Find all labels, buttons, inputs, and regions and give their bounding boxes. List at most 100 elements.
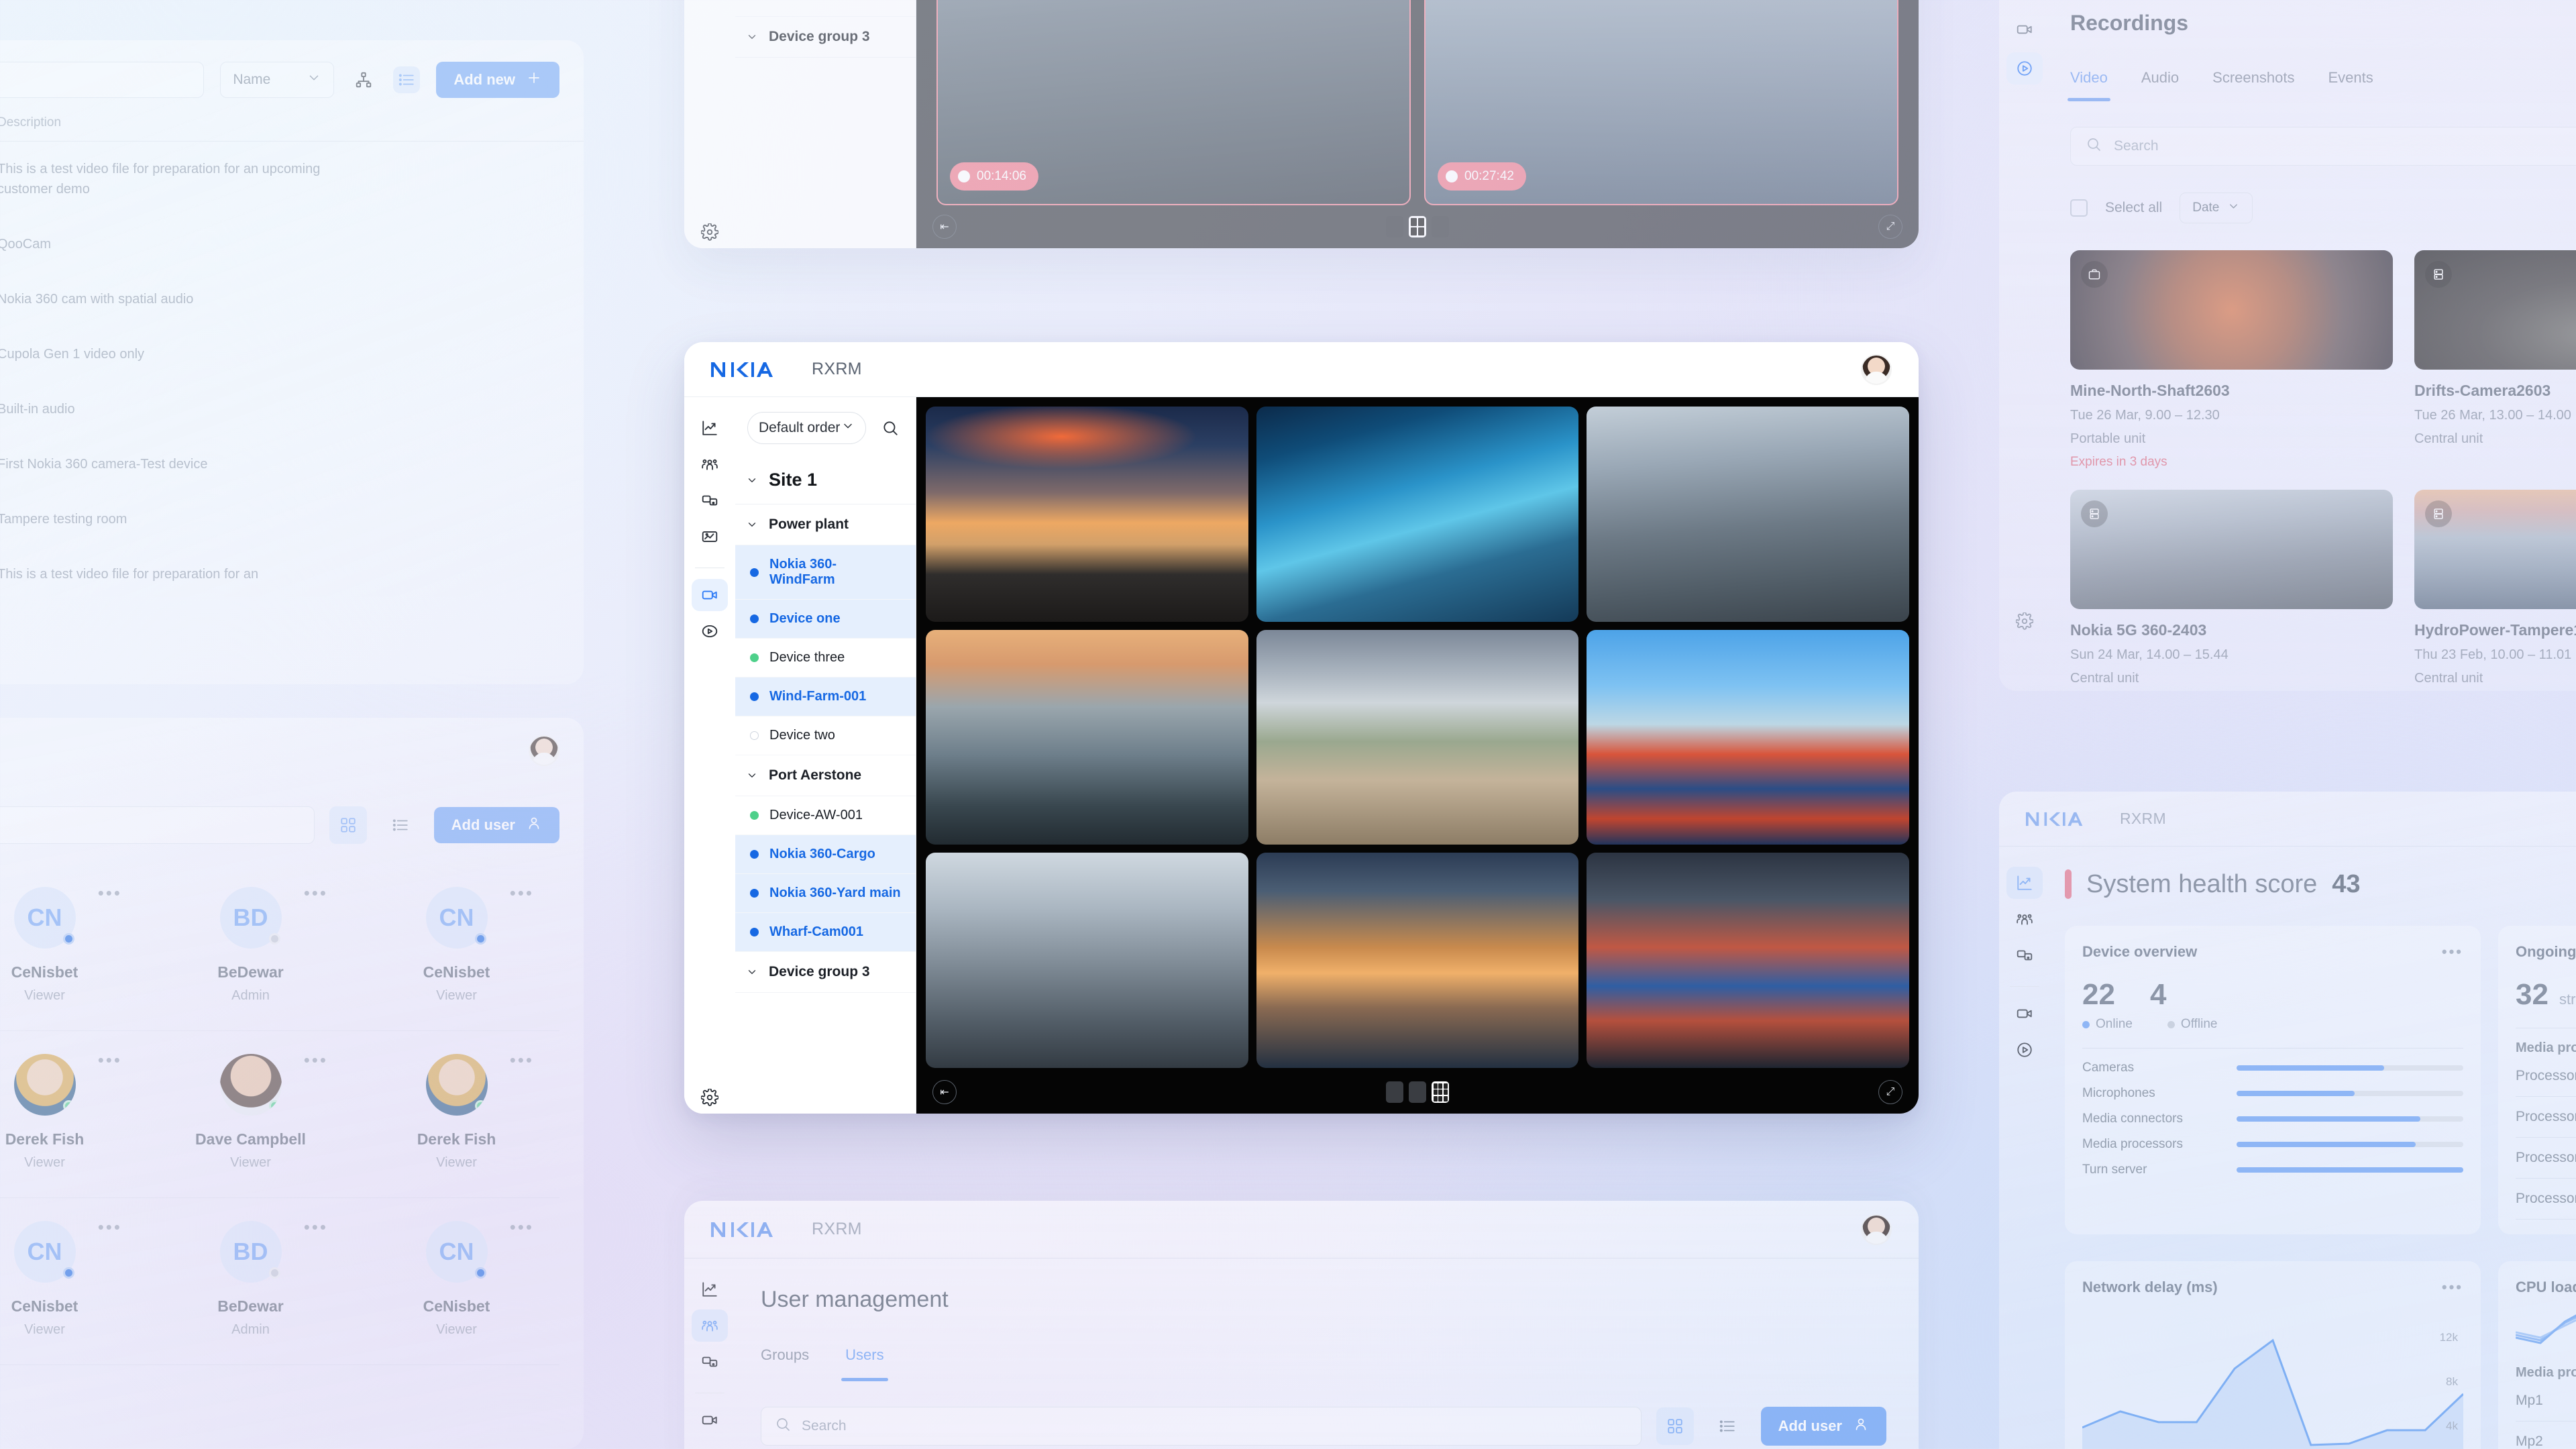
collapse-panel-button[interactable]: ⇤ bbox=[932, 1080, 957, 1104]
avatar[interactable] bbox=[1861, 354, 1892, 385]
tab-screenshots[interactable]: Screenshots bbox=[2212, 69, 2294, 87]
user-card[interactable]: ••• CN CeNisbet Viewer bbox=[354, 1198, 559, 1365]
video-tile[interactable] bbox=[1587, 853, 1909, 1068]
table-row[interactable]: Nokia 5G 360 cameraTampere testing room bbox=[0, 492, 584, 547]
table-row[interactable]: QooCam 8KQooCam bbox=[0, 217, 584, 272]
recording-card[interactable]: Drifts-Camera2603 Tue 26 Mar, 13.00 – 14.… bbox=[2414, 250, 2576, 470]
layout-nine-button[interactable] bbox=[1432, 216, 1449, 237]
video-tile[interactable]: 00:14:06 bbox=[936, 0, 1411, 205]
order-select[interactable]: Default order bbox=[747, 412, 866, 444]
layout-quad-button[interactable] bbox=[1409, 1081, 1426, 1103]
sidebar-item-settings[interactable] bbox=[692, 216, 728, 248]
more-options-icon[interactable]: ••• bbox=[2442, 943, 2463, 961]
sidebar-item-analytics[interactable] bbox=[692, 412, 728, 444]
tree-device[interactable]: Nokia 360-Cargo bbox=[735, 835, 916, 874]
tree-device[interactable]: Device four bbox=[735, 0, 916, 17]
video-tile[interactable] bbox=[1256, 629, 1579, 845]
more-options-icon[interactable]: ••• bbox=[510, 1050, 534, 1071]
tree-device[interactable]: Device one bbox=[735, 600, 916, 639]
table-row[interactable]: Video fileThis is a test video file for … bbox=[0, 142, 584, 217]
fullscreen-button[interactable]: ⤢ bbox=[1878, 1080, 1902, 1104]
table-row[interactable]: Video fileThis is a test video file for … bbox=[0, 547, 584, 602]
search-icon[interactable] bbox=[877, 415, 904, 441]
more-options-icon[interactable]: ••• bbox=[304, 1217, 328, 1238]
tab-events[interactable]: Events bbox=[2328, 69, 2373, 87]
sidebar-item-settings[interactable] bbox=[692, 1081, 728, 1114]
hierarchy-view-icon[interactable] bbox=[350, 66, 377, 93]
user-card[interactable]: ••• BD BeDewar Admin bbox=[148, 864, 354, 1031]
recording-thumbnail[interactable] bbox=[2414, 490, 2576, 609]
sidebar-item-live-view[interactable] bbox=[692, 579, 728, 611]
more-options-icon[interactable]: ••• bbox=[98, 1050, 122, 1071]
sidebar-item-analytics[interactable] bbox=[2006, 867, 2043, 899]
sidebar-item-live-view[interactable] bbox=[2006, 998, 2043, 1030]
user-search-input[interactable] bbox=[0, 806, 315, 844]
tree-group[interactable]: Device group 3 bbox=[735, 952, 916, 993]
table-row[interactable]: Nokia 5G 360 cameraNokia 360 cam with sp… bbox=[0, 272, 584, 327]
more-options-icon[interactable]: ••• bbox=[98, 1217, 122, 1238]
recording-thumbnail[interactable] bbox=[2070, 490, 2393, 609]
add-user-button[interactable]: Add user bbox=[433, 807, 559, 843]
more-options-icon[interactable]: ••• bbox=[304, 883, 328, 904]
tree-site[interactable]: Site 1 bbox=[735, 456, 916, 504]
video-tile[interactable] bbox=[1256, 853, 1579, 1068]
tree-device[interactable]: Device two bbox=[735, 716, 916, 755]
user-card[interactable]: ••• CN CeNisbet Viewer bbox=[354, 864, 559, 1031]
sidebar-item-media[interactable] bbox=[692, 521, 728, 553]
list-view-icon[interactable] bbox=[382, 806, 419, 844]
recording-thumbnail[interactable] bbox=[2070, 250, 2393, 370]
tree-device[interactable]: Device-AW-001 bbox=[735, 796, 916, 835]
recording-card[interactable]: Nokia 5G 360-2403 Sun 24 Mar, 14.00 – 15.… bbox=[2070, 490, 2393, 686]
sidebar-item-users[interactable] bbox=[692, 1309, 728, 1342]
sidebar-item-recordings[interactable] bbox=[2006, 1034, 2043, 1066]
layout-single-button[interactable] bbox=[1386, 216, 1403, 237]
recording-card[interactable]: Mine-North-Shaft2603 Tue 26 Mar, 9.00 – 1… bbox=[2070, 250, 2393, 470]
device-models-search-input[interactable] bbox=[0, 62, 205, 98]
more-options-icon[interactable]: ••• bbox=[510, 1217, 534, 1238]
sidebar-item-live-view[interactable] bbox=[692, 1404, 728, 1436]
select-all-checkbox[interactable] bbox=[2070, 199, 2088, 217]
table-row[interactable]: Cupola 360Cupola Gen 1 video only bbox=[0, 327, 584, 382]
search-input[interactable]: Search bbox=[761, 1407, 1642, 1446]
layout-single-button[interactable] bbox=[1386, 1081, 1403, 1103]
sidebar-item-analytics[interactable] bbox=[692, 1273, 728, 1305]
tree-device[interactable]: Nokia 360-WindFarm bbox=[735, 545, 916, 600]
more-options-icon[interactable]: ••• bbox=[304, 1050, 328, 1071]
avatar[interactable] bbox=[1861, 1214, 1892, 1245]
sidebar-item-users[interactable] bbox=[2006, 903, 2043, 935]
more-options-icon[interactable]: ••• bbox=[2442, 1279, 2463, 1296]
avatar[interactable] bbox=[529, 735, 559, 766]
table-row[interactable]: Generic cameraBuilt-in audio bbox=[0, 382, 584, 437]
video-tile[interactable] bbox=[1587, 629, 1909, 845]
more-options-icon[interactable]: ••• bbox=[510, 883, 534, 904]
video-tile[interactable] bbox=[926, 407, 1248, 622]
video-tile[interactable]: 00:27:42 bbox=[1424, 0, 1898, 205]
tree-device[interactable]: Device three bbox=[735, 639, 916, 678]
sidebar-item-settings[interactable] bbox=[2006, 605, 2043, 637]
video-tile[interactable] bbox=[926, 853, 1248, 1068]
sidebar-item-users[interactable] bbox=[692, 448, 728, 480]
user-card[interactable]: ••• Derek Fish Viewer bbox=[0, 1031, 148, 1198]
sidebar-item-recordings[interactable] bbox=[2006, 52, 2043, 85]
user-card[interactable]: ••• Derek Fish Viewer bbox=[354, 1031, 559, 1198]
sidebar-item-live-view[interactable] bbox=[2006, 13, 2043, 46]
tab-users[interactable]: Users bbox=[841, 1346, 889, 1381]
tree-device[interactable]: Wharf-Cam001 bbox=[735, 913, 916, 952]
sidebar-item-devices[interactable] bbox=[692, 484, 728, 517]
add-new-button[interactable]: Add new bbox=[436, 62, 559, 98]
recordings-search-input[interactable]: Search bbox=[2070, 127, 2576, 166]
user-card[interactable]: ••• CN CeNisbet Viewer bbox=[0, 864, 148, 1031]
sidebar-item-devices[interactable] bbox=[692, 1346, 728, 1378]
fullscreen-button[interactable]: ⤢ bbox=[1878, 215, 1902, 239]
layout-quad-button[interactable] bbox=[1409, 216, 1426, 237]
tree-group[interactable]: Power plant bbox=[735, 504, 916, 545]
tree-device[interactable]: Nokia 360-Yard main bbox=[735, 874, 916, 913]
add-user-button[interactable]: Add user bbox=[1760, 1407, 1886, 1446]
user-card[interactable]: ••• Dave Campbell Viewer bbox=[148, 1031, 354, 1198]
tab-audio[interactable]: Audio bbox=[2141, 69, 2179, 87]
tab-video[interactable]: Video bbox=[2068, 69, 2110, 101]
list-view-icon[interactable] bbox=[393, 66, 421, 93]
tree-device[interactable]: Wind-Farm-001 bbox=[735, 678, 916, 716]
tree-group[interactable]: Port Aerstone bbox=[735, 755, 916, 796]
more-options-icon[interactable]: ••• bbox=[98, 883, 122, 904]
